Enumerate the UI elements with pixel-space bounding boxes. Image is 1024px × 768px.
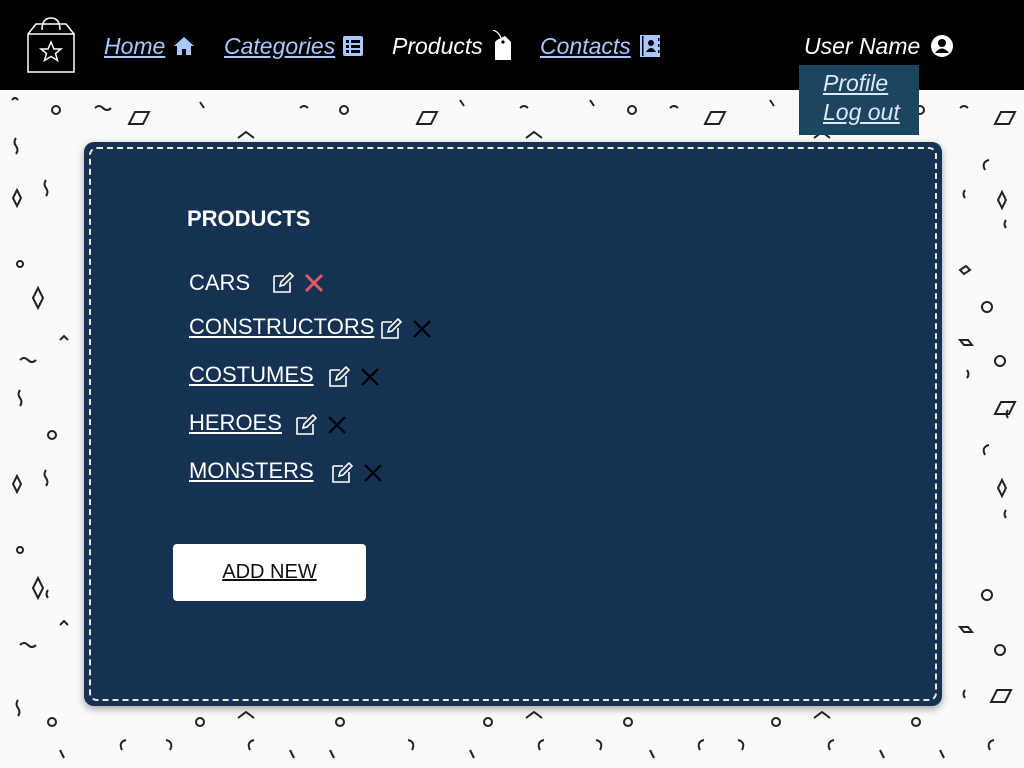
- category-link[interactable]: CONSTRUCTORS: [189, 312, 374, 342]
- shopping-bag-logo-icon[interactable]: [24, 16, 78, 74]
- nav-home-label[interactable]: Home: [104, 33, 165, 60]
- logout-link[interactable]: Log out: [823, 98, 919, 127]
- home-icon: [174, 37, 195, 55]
- nav-contacts-label[interactable]: Contacts: [540, 33, 631, 60]
- edit-icon[interactable]: [328, 366, 350, 388]
- address-book-icon: [639, 35, 660, 57]
- profile-link[interactable]: Profile: [823, 69, 919, 98]
- delete-icon[interactable]: [411, 318, 433, 340]
- nav-contacts-link[interactable]: Contacts: [540, 28, 661, 64]
- delete-icon[interactable]: [303, 272, 325, 294]
- nav-home-link[interactable]: Home: [104, 28, 195, 64]
- user-menu[interactable]: User Name: [804, 28, 954, 64]
- category-link[interactable]: CARS: [189, 268, 250, 298]
- products-panel: PRODUCTS CARS CONSTRUCTORS COSTUMES HERO…: [84, 142, 942, 706]
- user-dropdown-menu: Profile Log out: [799, 65, 919, 135]
- nav-categories-link[interactable]: Categories: [224, 28, 364, 64]
- category-link[interactable]: COSTUMES: [189, 360, 314, 390]
- user-name-label[interactable]: User Name: [804, 33, 920, 60]
- edit-icon[interactable]: [331, 462, 353, 484]
- list-icon: [343, 36, 364, 56]
- add-new-button[interactable]: ADD NEW: [173, 544, 366, 601]
- nav-products-label[interactable]: Products: [392, 33, 483, 60]
- category-link[interactable]: HEROES: [189, 408, 282, 438]
- nav-products-link[interactable]: Products: [392, 28, 513, 64]
- delete-icon[interactable]: [359, 366, 381, 388]
- edit-icon[interactable]: [272, 272, 294, 294]
- edit-icon[interactable]: [380, 318, 402, 340]
- delete-icon[interactable]: [362, 462, 384, 484]
- page-title: PRODUCTS: [187, 206, 311, 231]
- price-tag-icon: [492, 30, 511, 60]
- delete-icon[interactable]: [326, 414, 348, 436]
- edit-icon[interactable]: [295, 414, 317, 436]
- nav-categories-label[interactable]: Categories: [224, 33, 335, 60]
- category-link[interactable]: MONSTERS: [189, 456, 314, 486]
- user-avatar-icon[interactable]: [930, 34, 954, 58]
